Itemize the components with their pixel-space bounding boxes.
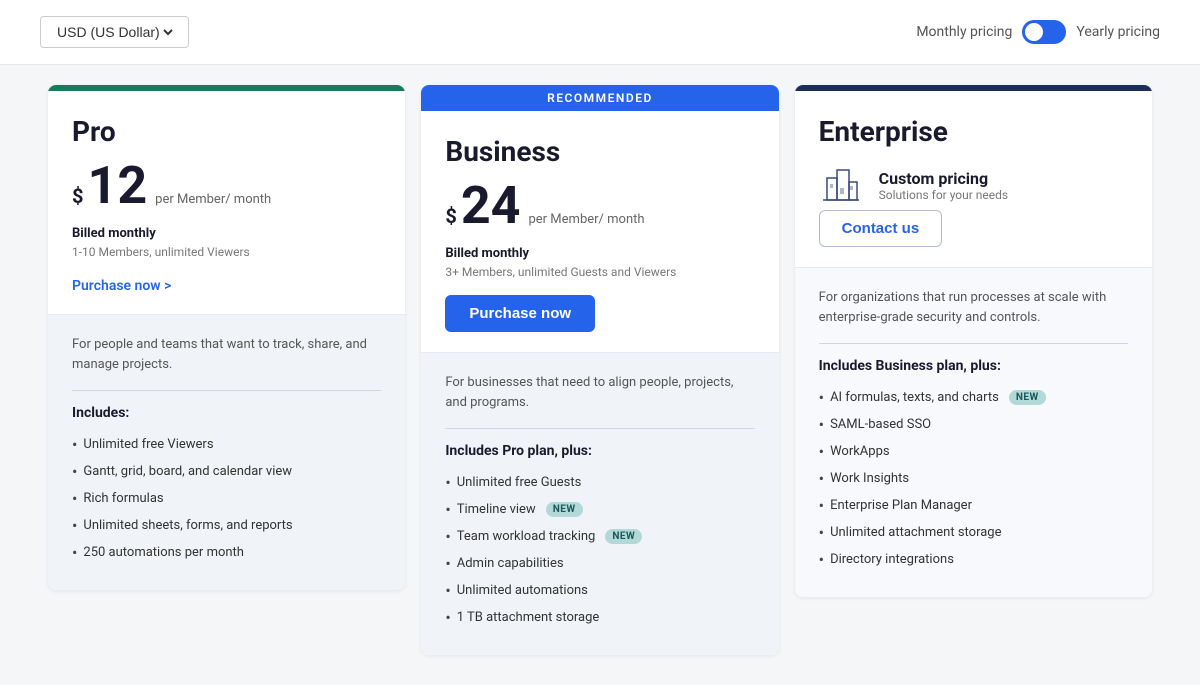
- billing-sub: 3+ Members, unlimited Guests and Viewers: [445, 265, 754, 279]
- feature-text: SAML-based SSO: [830, 417, 931, 432]
- feature-item: AI formulas, texts, and charts NEW: [819, 384, 1128, 411]
- feature-text: WorkApps: [830, 444, 890, 459]
- plan-top: Business $ 24 per Member/ month Billed m…: [421, 111, 778, 352]
- feature-text: Unlimited free Viewers: [83, 437, 213, 452]
- price-symbol: $: [72, 184, 83, 208]
- plan-body: For people and teams that want to track,…: [48, 314, 405, 590]
- price-amount: 24: [461, 180, 521, 232]
- feature-text: Directory integrations: [830, 552, 954, 567]
- feature-text: Timeline view: [457, 502, 536, 517]
- price-amount: 12: [87, 160, 147, 212]
- price-per: per Member/ month: [155, 192, 271, 209]
- feature-item: Unlimited free Viewers: [72, 431, 381, 458]
- feature-text: Admin capabilities: [457, 556, 564, 571]
- feature-item: WorkApps: [819, 438, 1128, 465]
- feature-item: Rich formulas: [72, 485, 381, 512]
- feature-text: Unlimited attachment storage: [830, 525, 1001, 540]
- feature-item: Team workload tracking NEW: [445, 523, 754, 550]
- currency-selector[interactable]: USD (US Dollar): [40, 16, 189, 48]
- price-row: $ 12 per Member/ month: [72, 160, 381, 212]
- feature-item: Unlimited free Guests: [445, 469, 754, 496]
- billing-info: Billed monthly: [72, 226, 381, 241]
- pricing-toggle-group: Monthly pricing Yearly pricing: [916, 20, 1160, 44]
- building-icon: [819, 160, 863, 210]
- feature-item: Work Insights: [819, 465, 1128, 492]
- feature-text: Rich formulas: [83, 491, 163, 506]
- features-list: AI formulas, texts, and charts NEW SAML-ba…: [819, 384, 1128, 573]
- price-row: $ 24 per Member/ month: [445, 180, 754, 232]
- top-bar: USD (US Dollar) Monthly pricing Yearly p…: [0, 0, 1200, 65]
- price-per: per Member/ month: [528, 212, 644, 229]
- feature-text: Unlimited automations: [457, 583, 588, 598]
- feature-item: 250 automations per month: [72, 539, 381, 566]
- feature-item: Admin capabilities: [445, 550, 754, 577]
- plan-body: For businesses that need to align people…: [421, 352, 778, 655]
- feature-item: Unlimited automations: [445, 577, 754, 604]
- feature-item: Gantt, grid, board, and calendar view: [72, 458, 381, 485]
- divider: [445, 428, 754, 429]
- feature-text: Unlimited free Guests: [457, 475, 582, 490]
- new-badge: NEW: [1009, 390, 1046, 405]
- new-badge: NEW: [605, 529, 642, 544]
- feature-text: 1 TB attachment storage: [457, 610, 600, 625]
- contact-button[interactable]: Contact us: [819, 210, 943, 247]
- price-symbol: $: [445, 204, 456, 228]
- pricing-toggle-switch[interactable]: [1022, 20, 1066, 44]
- plan-card-pro: Pro $ 12 per Member/ month Billed monthl…: [48, 85, 405, 590]
- yearly-label: Yearly pricing: [1076, 24, 1160, 40]
- feature-text: Unlimited sheets, forms, and reports: [83, 518, 292, 533]
- custom-pricing-title: Custom pricing: [879, 169, 1008, 188]
- billing-sub: 1-10 Members, unlimited Viewers: [72, 245, 381, 259]
- plans-container: Pro $ 12 per Member/ month Billed monthl…: [0, 65, 1200, 685]
- purchase-button[interactable]: Purchase now: [445, 295, 595, 332]
- feature-item: Unlimited sheets, forms, and reports: [72, 512, 381, 539]
- feature-text: Work Insights: [830, 471, 909, 486]
- includes-title: Includes Pro plan, plus:: [445, 443, 754, 459]
- plan-name: Pro: [72, 115, 381, 148]
- feature-item: Timeline view NEW: [445, 496, 754, 523]
- plan-body: For organizations that run processes at …: [795, 267, 1152, 597]
- includes-title: Includes:: [72, 405, 381, 421]
- includes-title: Includes Business plan, plus:: [819, 358, 1128, 374]
- custom-pricing-text: Custom pricing Solutions for your needs: [879, 169, 1008, 202]
- feature-text: Enterprise Plan Manager: [830, 498, 972, 513]
- plan-card-business: RECOMMENDED Business $ 24 per Member/ mo…: [421, 85, 778, 655]
- plan-top: Pro $ 12 per Member/ month Billed monthl…: [48, 91, 405, 314]
- features-list: Unlimited free GuestsTimeline viewNEWTea…: [445, 469, 754, 631]
- feature-item: SAML-based SSO: [819, 411, 1128, 438]
- custom-pricing-sub: Solutions for your needs: [879, 188, 1008, 202]
- feature-text: Gantt, grid, board, and calendar view: [83, 464, 292, 479]
- plan-name: Business: [445, 135, 754, 168]
- plan-description: For people and teams that want to track,…: [72, 335, 381, 374]
- billing-info: Billed monthly: [445, 246, 754, 261]
- plan-name: Enterprise: [819, 115, 1128, 148]
- new-badge: NEW: [546, 502, 583, 517]
- plan-top: Enterprise Custom pricing: [795, 91, 1152, 267]
- plan-description: For organizations that run processes at …: [819, 288, 1128, 327]
- divider: [819, 343, 1128, 344]
- features-list: Unlimited free Viewers Gantt, grid, board…: [72, 431, 381, 566]
- feature-text: 250 automations per month: [83, 545, 244, 560]
- feature-text: AI formulas, texts, and charts: [830, 390, 999, 405]
- feature-text: Team workload tracking: [457, 529, 596, 544]
- feature-item: Directory integrations: [819, 546, 1128, 573]
- plan-description: For businesses that need to align people…: [445, 373, 754, 412]
- monthly-label: Monthly pricing: [916, 24, 1012, 40]
- divider: [72, 390, 381, 391]
- feature-item: Enterprise Plan Manager: [819, 492, 1128, 519]
- purchase-link[interactable]: Purchase now >: [72, 278, 171, 294]
- custom-pricing: Custom pricing Solutions for your needs: [819, 160, 1128, 210]
- feature-item: Unlimited attachment storage: [819, 519, 1128, 546]
- feature-item: 1 TB attachment storage: [445, 604, 754, 631]
- plan-card-enterprise: Enterprise Custom pricing: [795, 85, 1152, 597]
- currency-dropdown[interactable]: USD (US Dollar): [53, 23, 176, 41]
- recommended-badge: RECOMMENDED: [421, 85, 778, 111]
